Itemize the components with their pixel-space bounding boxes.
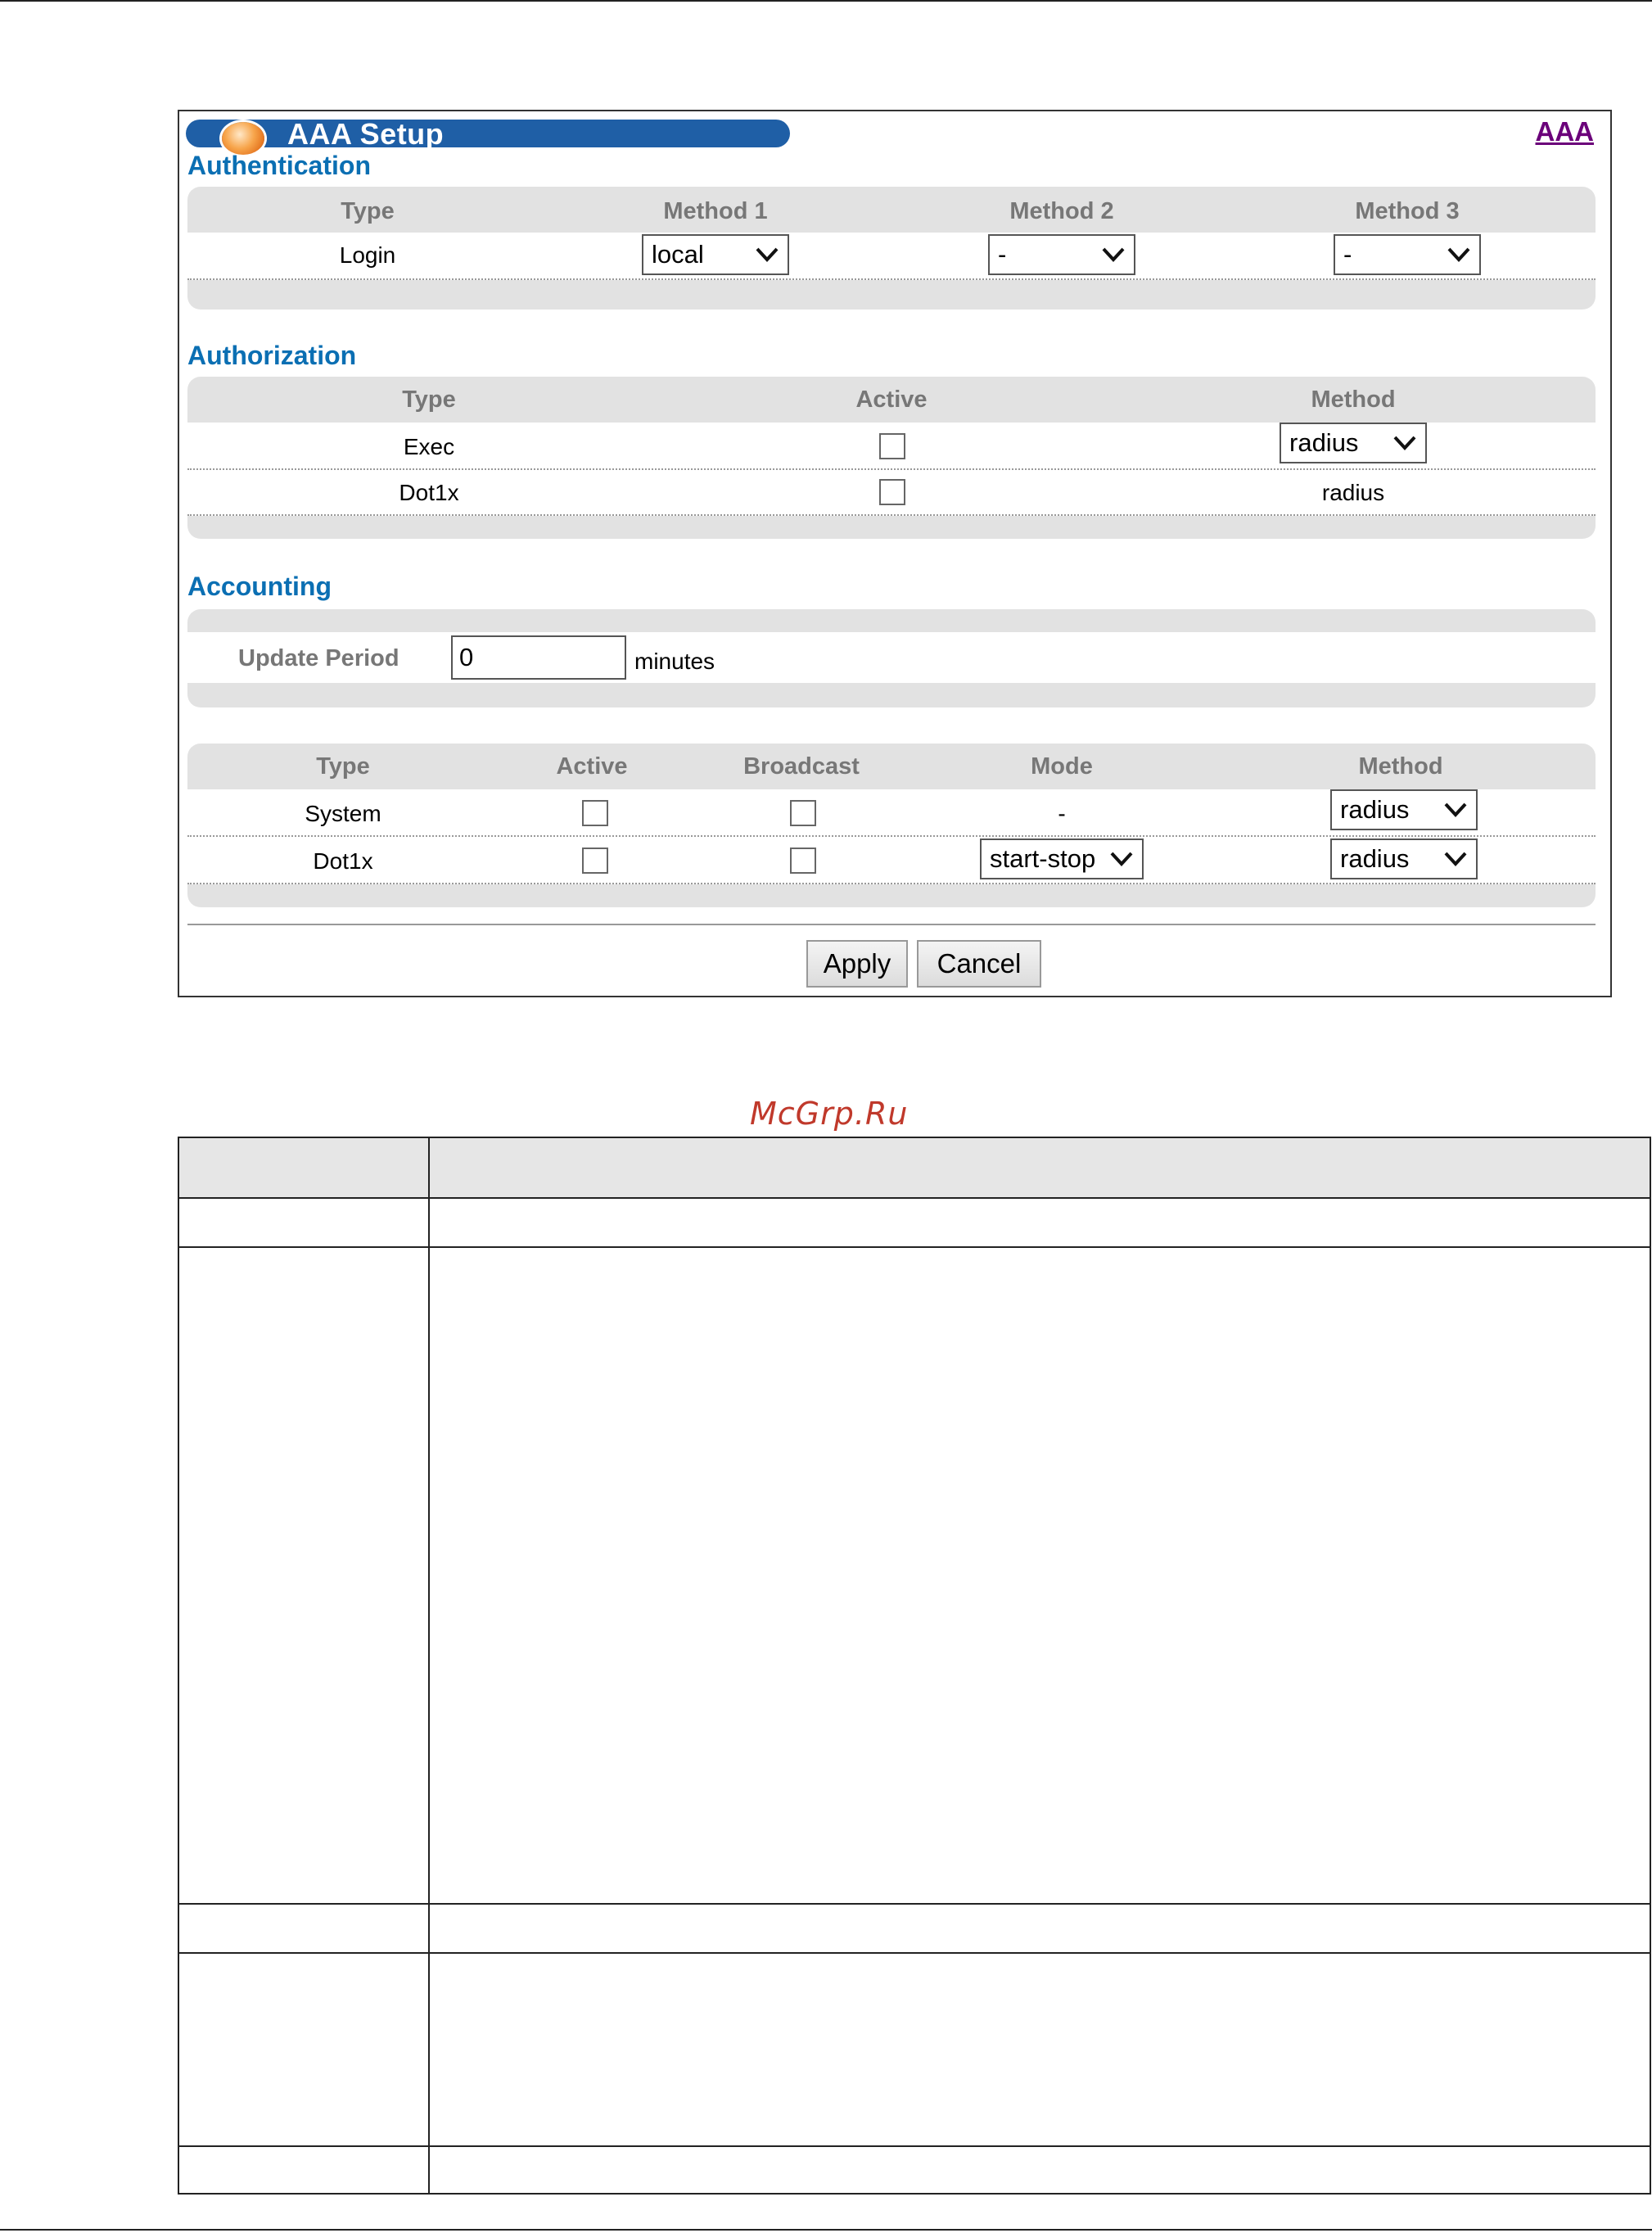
chevron-down-icon [1447, 247, 1470, 262]
chevron-down-icon [1110, 852, 1133, 866]
acct-system-mode: - [1058, 801, 1066, 826]
authz-exec-method-value: radius [1289, 428, 1359, 457]
auth-method3-value: - [1343, 240, 1352, 269]
panel-title: AAA Setup [287, 117, 445, 151]
acct-dot1x-method-select[interactable]: radius [1330, 839, 1478, 879]
acct-header-active: Active [556, 753, 628, 780]
panel-title-bar: AAA Setup [186, 117, 790, 155]
authz-header-method: Method [1311, 386, 1396, 413]
authentication-title: Authentication [187, 151, 371, 180]
acct-header-mode: Mode [1031, 753, 1093, 780]
auth-header-type: Type [341, 198, 395, 224]
authz-row-exec: Exec radius [187, 423, 1596, 470]
accounting-update-grid: Update Period 0 minutes [187, 609, 1596, 707]
watermark: McGrp.Ru [750, 1096, 909, 1132]
authorization-title: Authorization [187, 341, 357, 370]
authz-header-active: Active [855, 386, 928, 413]
acct-dot1x-method-value: radius [1340, 844, 1410, 873]
acct-header-broadcast: Broadcast [743, 753, 860, 780]
acct-header-method: Method [1358, 753, 1443, 780]
acct-dot1x-mode-value: start-stop [990, 844, 1096, 873]
table-header-row [179, 1138, 1650, 1199]
page-top-rule [0, 0, 1652, 2]
auth-header-method3: Method 3 [1355, 198, 1460, 224]
authz-header-type: Type [402, 386, 456, 413]
table-row [179, 1199, 1650, 1248]
apply-button[interactable]: Apply [806, 940, 908, 988]
table-row [179, 1954, 1650, 2147]
authz-row-dot1x: Dot1x radius [187, 470, 1596, 516]
page-bottom-rule [0, 2229, 1652, 2231]
update-period-label: Update Period [238, 645, 399, 671]
table-row [179, 1905, 1650, 1954]
auth-header-method2: Method 2 [1009, 198, 1114, 224]
aaa-setup-panel: AAA Setup AAA Authentication Type Method… [178, 110, 1612, 997]
acct-system-method-select[interactable]: radius [1330, 789, 1478, 830]
acct-system-active-checkbox[interactable] [582, 800, 608, 826]
acct-row-system: System - radius [187, 789, 1596, 837]
authz-exec-method-select[interactable]: radius [1280, 423, 1427, 463]
aaa-link[interactable]: AAA [1536, 116, 1595, 147]
auth-method2-value: - [998, 240, 1007, 269]
update-period-input[interactable]: 0 [451, 635, 626, 680]
chevron-down-icon [1393, 436, 1416, 450]
auth-login-type: Login [339, 242, 396, 268]
auth-row-login: Login local - - [187, 233, 1596, 280]
update-period-row: Update Period 0 minutes [187, 632, 1596, 683]
acct-system-type: System [305, 801, 381, 826]
acct-system-broadcast-checkbox[interactable] [790, 800, 816, 826]
auth-method1-select[interactable]: local [642, 234, 789, 275]
update-period-unit: minutes [634, 649, 715, 674]
chevron-down-icon [756, 247, 779, 262]
authz-dot1x-type: Dot1x [399, 480, 459, 505]
panel-divider [187, 924, 1596, 925]
acct-row-dot1x: Dot1x start-stop radius [187, 837, 1596, 884]
auth-method3-select[interactable]: - [1334, 234, 1481, 275]
table-row [179, 2147, 1650, 2193]
authz-exec-type: Exec [403, 434, 455, 459]
chevron-down-icon [1444, 852, 1467, 866]
chevron-down-icon [1444, 802, 1467, 817]
chevron-down-icon [1102, 247, 1125, 262]
table-row [179, 1248, 1650, 1905]
acct-system-method-value: radius [1340, 795, 1410, 824]
acct-dot1x-mode-select[interactable]: start-stop [980, 839, 1144, 879]
cancel-button[interactable]: Cancel [917, 940, 1041, 988]
auth-method2-select[interactable]: - [988, 234, 1135, 275]
acct-header-type: Type [316, 753, 370, 780]
accounting-title: Accounting [187, 572, 332, 601]
accounting-grid: Type Active Broadcast Mode Method System… [187, 744, 1596, 907]
authz-dot1x-active-checkbox[interactable] [879, 479, 905, 505]
authentication-grid: Type Method 1 Method 2 Method 3 Login lo… [187, 187, 1596, 310]
acct-dot1x-broadcast-checkbox[interactable] [790, 848, 816, 874]
description-table [178, 1137, 1651, 2195]
authorization-grid: Type Active Method Exec radius Dot1x rad… [187, 377, 1596, 539]
authz-dot1x-method: radius [1321, 480, 1385, 505]
authz-exec-active-checkbox[interactable] [879, 433, 905, 459]
acct-dot1x-active-checkbox[interactable] [582, 848, 608, 874]
orb-icon [222, 122, 264, 155]
auth-method1-value: local [652, 240, 704, 269]
auth-header-method1: Method 1 [663, 198, 768, 224]
acct-dot1x-type: Dot1x [313, 848, 373, 874]
